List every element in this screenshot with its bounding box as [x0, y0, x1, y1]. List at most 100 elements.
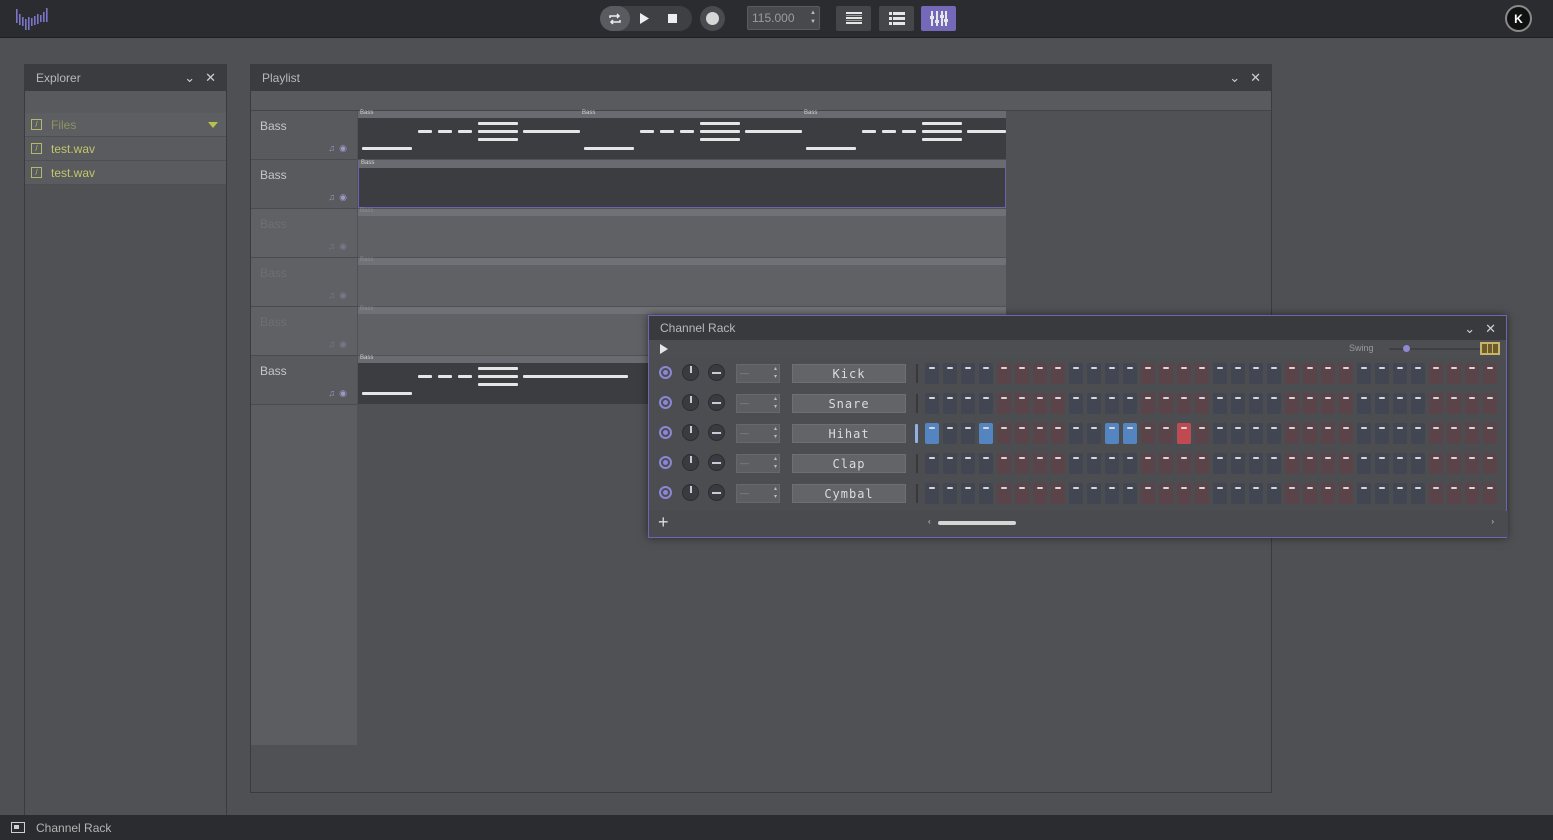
step-button[interactable]	[1051, 483, 1065, 504]
pattern-clip[interactable]: Bass	[580, 110, 802, 159]
step-button[interactable]	[1105, 393, 1119, 414]
step-button[interactable]	[1141, 363, 1155, 384]
step-button[interactable]	[1141, 453, 1155, 474]
swing-slider-handle[interactable]	[1403, 345, 1410, 352]
step-button[interactable]	[1177, 363, 1191, 384]
step-button[interactable]	[1051, 423, 1065, 444]
step-button[interactable]	[1015, 363, 1029, 384]
step-button[interactable]	[1411, 483, 1425, 504]
step-button[interactable]	[1177, 483, 1191, 504]
channel-mute-icon[interactable]	[659, 366, 672, 379]
list-view-button[interactable]	[836, 6, 871, 31]
step-button[interactable]	[1141, 423, 1155, 444]
channel-mute-icon[interactable]	[659, 396, 672, 409]
track-mute-icon[interactable]: ♫◉	[328, 241, 351, 252]
step-button[interactable]	[1267, 453, 1281, 474]
step-button[interactable]	[943, 453, 957, 474]
step-button[interactable]	[1483, 363, 1497, 384]
step-button[interactable]	[1483, 453, 1497, 474]
channel-name-button[interactable]: Snare	[792, 394, 906, 413]
step-button[interactable]	[1303, 363, 1317, 384]
close-icon[interactable]: ✕	[205, 71, 216, 84]
step-button[interactable]	[1231, 483, 1245, 504]
step-button[interactable]	[1015, 453, 1029, 474]
step-button[interactable]	[1393, 453, 1407, 474]
channel-select-indicator[interactable]	[915, 424, 918, 443]
step-button[interactable]	[1483, 423, 1497, 444]
volume-knob[interactable]	[682, 484, 699, 501]
track-header[interactable]: Bass ♫◉	[251, 160, 357, 209]
step-button[interactable]	[1393, 423, 1407, 444]
step-button[interactable]	[943, 423, 957, 444]
step-button[interactable]	[1069, 483, 1083, 504]
step-button[interactable]	[1375, 423, 1389, 444]
track-mute-icon[interactable]: ♫◉	[328, 290, 351, 301]
step-button[interactable]	[1357, 363, 1371, 384]
step-button[interactable]	[1015, 393, 1029, 414]
step-button[interactable]	[1357, 453, 1371, 474]
step-button[interactable]	[1429, 423, 1443, 444]
step-button[interactable]	[1411, 393, 1425, 414]
channel-select-indicator[interactable]	[916, 364, 918, 383]
track-header[interactable]: Bass ♫◉	[251, 209, 357, 258]
caret-down-icon[interactable]	[208, 122, 218, 128]
pattern-clip[interactable]: Bass	[358, 208, 1006, 257]
step-button[interactable]	[961, 363, 975, 384]
step-button[interactable]	[943, 483, 957, 504]
step-button[interactable]	[1321, 423, 1335, 444]
step-button[interactable]	[1447, 423, 1461, 444]
channel-mute-icon[interactable]	[659, 456, 672, 469]
step-button[interactable]	[997, 453, 1011, 474]
step-button[interactable]	[1195, 393, 1209, 414]
step-button[interactable]	[1051, 453, 1065, 474]
channel-name-button[interactable]: Kick	[792, 364, 906, 383]
step-button[interactable]	[1339, 453, 1353, 474]
step-button[interactable]	[1087, 423, 1101, 444]
step-button[interactable]	[943, 393, 957, 414]
channel-name-button[interactable]: Cymbal	[792, 484, 906, 503]
step-button[interactable]	[1339, 363, 1353, 384]
file-item[interactable]: / test.wav	[25, 137, 226, 161]
step-button[interactable]	[1051, 363, 1065, 384]
status-label[interactable]: Channel Rack	[36, 821, 111, 835]
step-button[interactable]	[1141, 483, 1155, 504]
step-button[interactable]	[1447, 483, 1461, 504]
step-button[interactable]	[1213, 363, 1227, 384]
step-button[interactable]	[1123, 393, 1137, 414]
step-button[interactable]	[1213, 483, 1227, 504]
folder-files[interactable]: / Files	[25, 113, 226, 137]
step-button[interactable]	[1447, 453, 1461, 474]
track-lane[interactable]: Bass	[358, 160, 1006, 209]
track-header[interactable]: Bass ♫◉	[251, 111, 357, 160]
step-button[interactable]	[1267, 363, 1281, 384]
step-button[interactable]	[1213, 393, 1227, 414]
app-logo-icon[interactable]	[14, 5, 52, 33]
step-button[interactable]	[1105, 363, 1119, 384]
step-button[interactable]	[1087, 453, 1101, 474]
step-button[interactable]	[1141, 393, 1155, 414]
channel-name-button[interactable]: Hihat	[792, 424, 906, 443]
step-button[interactable]	[1195, 423, 1209, 444]
pattern-clip-selected[interactable]: Bass	[358, 160, 1006, 208]
step-button[interactable]	[1159, 453, 1173, 474]
volume-knob[interactable]	[682, 394, 699, 411]
step-button[interactable]	[1375, 483, 1389, 504]
step-button[interactable]	[1177, 423, 1191, 444]
step-button[interactable]	[1375, 363, 1389, 384]
step-button[interactable]	[1465, 363, 1479, 384]
step-button[interactable]	[1303, 393, 1317, 414]
volume-knob[interactable]	[682, 364, 699, 381]
step-button[interactable]	[1123, 363, 1137, 384]
step-button[interactable]	[1429, 483, 1443, 504]
window-icon[interactable]	[11, 822, 25, 833]
step-button[interactable]	[925, 393, 939, 414]
channel-rack-header[interactable]: Channel Rack ⌄ ✕	[649, 316, 1506, 340]
chevron-down-icon[interactable]: ⌄	[1229, 71, 1240, 84]
step-button[interactable]	[1105, 453, 1119, 474]
step-button[interactable]	[1465, 453, 1479, 474]
step-scrollbar[interactable]: ‹ ›	[928, 517, 1494, 526]
step-button[interactable]	[1195, 453, 1209, 474]
track-lane[interactable]: Bass	[358, 257, 1006, 307]
step-button[interactable]	[1249, 453, 1263, 474]
step-button[interactable]	[1177, 393, 1191, 414]
